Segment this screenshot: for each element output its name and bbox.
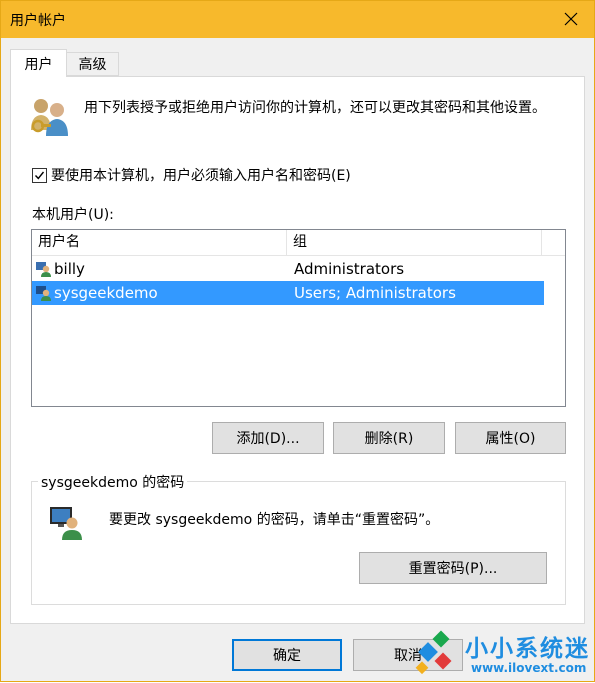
user-monitor-icon: [50, 507, 82, 540]
row-username: billy: [54, 260, 85, 278]
row-group: Administrators: [294, 260, 405, 278]
remove-user-button[interactable]: 删除(R): [333, 422, 445, 454]
list-header: 用户名 组: [32, 230, 565, 256]
password-instructions: 要更改 sysgeekdemo 的密码，请单击“重置密码”。: [109, 512, 440, 528]
title-bar: 用户帐户: [1, 1, 594, 38]
password-group-legend: sysgeekdemo 的密码: [38, 472, 188, 492]
ok-button[interactable]: 确定: [232, 639, 342, 671]
password-group: [31, 481, 566, 605]
column-header-username[interactable]: 用户名: [32, 230, 287, 255]
row-group: Users; Administrators: [294, 284, 456, 302]
tab-users-label: 用户: [24, 56, 53, 73]
checkmark-icon: [34, 171, 45, 179]
users-icon: [31, 99, 68, 136]
checkbox-box: [32, 167, 47, 183]
reset-password-button[interactable]: 重置密码(P)...: [359, 552, 547, 584]
watermark-name: 小小系统迷: [465, 636, 590, 662]
properties-button[interactable]: 属性(O): [455, 422, 566, 454]
user-accounts-window: 用户帐户 用户 高级 用下列表授予或拒绝用户访问你的计算机，还可以更改其密码和其…: [0, 0, 595, 682]
watermark-logo-icon: [415, 630, 452, 675]
site-watermark: 小小系统迷 www.ilovext.com: [409, 623, 595, 683]
table-row-billy[interactable]: billy Administrators: [32, 257, 544, 281]
table-row-sysgeekdemo[interactable]: sysgeekdemo Users; Administrators: [32, 281, 544, 305]
tab-advanced-label: 高级: [78, 57, 107, 73]
local-users-label: 本机用户(U):: [32, 207, 114, 223]
close-icon: [564, 12, 578, 26]
require-login-checkbox[interactable]: 要使用本计算机，用户必须输入用户名和密码(E): [32, 165, 351, 185]
add-user-button[interactable]: 添加(D)...: [212, 422, 324, 454]
tab-users[interactable]: 用户: [10, 49, 67, 77]
watermark-url: www.ilovext.com: [471, 661, 587, 675]
user-icon: [36, 262, 51, 277]
description-text: 用下列表授予或拒绝用户访问你的计算机，还可以更改其密码和其他设置。: [84, 100, 546, 116]
close-button[interactable]: [554, 3, 588, 35]
column-header-group[interactable]: 组: [287, 230, 542, 255]
tab-advanced[interactable]: 高级: [66, 52, 119, 76]
window-title: 用户帐户: [10, 13, 66, 29]
user-icon: [36, 286, 51, 301]
require-login-label: 要使用本计算机，用户必须输入用户名和密码(E): [51, 168, 351, 184]
row-username: sysgeekdemo: [54, 284, 158, 302]
local-users-list[interactable]: 用户名 组 billy Administrators sysgeekdemo U…: [31, 229, 566, 407]
